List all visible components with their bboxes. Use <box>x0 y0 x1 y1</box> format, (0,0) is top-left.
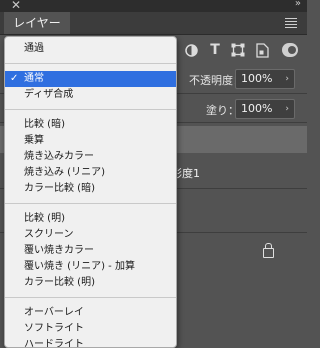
menu-separator <box>5 297 176 298</box>
blend-mode-label: ソフトライト <box>24 323 84 334</box>
blend-mode-label: 焼き込み (リニア) <box>24 167 105 178</box>
transform-box-icon[interactable] <box>230 42 246 58</box>
blend-mode-label: 通常 <box>24 73 44 84</box>
blend-mode-label: 覆い焼き (リニア) - 加算 <box>24 261 135 272</box>
lock-icon <box>263 243 274 258</box>
chevron-right-icon[interactable]: › <box>285 70 289 88</box>
window-title-strip: ✕ » <box>0 0 307 12</box>
blend-mode-label: オーバーレイ <box>24 307 84 318</box>
artboard-icon[interactable] <box>254 42 270 58</box>
blend-mode-item[interactable]: オーバーレイ <box>5 305 176 321</box>
menu-separator <box>5 203 176 204</box>
check-icon: ✓ <box>10 73 19 84</box>
blend-mode-dropdown[interactable]: 通過 ✓ 通常ディザ合成比較 (暗) 乗算焼き込みカラー 焼き込み (リニア) カラー比較… <box>4 36 177 348</box>
blend-mode-item[interactable]: ✓ 通常 <box>5 71 176 87</box>
blend-mode-item[interactable]: 通過 <box>5 41 176 57</box>
blend-mode-item[interactable]: カラー比較 (明) <box>5 275 176 291</box>
tab-layers[interactable]: レイヤー <box>4 12 70 34</box>
opacity-field[interactable]: 100% › <box>235 69 295 89</box>
opacity-value: 100% <box>241 72 273 85</box>
text-T-icon[interactable]: T <box>207 42 223 58</box>
blend-mode-label: カラー比較 (暗) <box>24 183 95 194</box>
blend-mode-label: 比較 (明) <box>24 213 65 224</box>
blend-mode-label: カラー比較 (明) <box>24 277 95 288</box>
filter-toggle-icon[interactable] <box>282 43 298 57</box>
chevron-right-icon[interactable]: › <box>285 100 289 118</box>
blend-mode-label: 乗算 <box>24 135 44 146</box>
fill-field[interactable]: 100% › <box>235 99 295 119</box>
blend-mode-label: 覆い焼きカラー <box>24 245 94 256</box>
blend-mode-item[interactable]: ソフトライト <box>5 321 176 337</box>
panel-menu-icon[interactable] <box>285 18 297 30</box>
collapse-panels-icon[interactable]: » <box>295 0 301 9</box>
menu-separator <box>5 109 176 110</box>
panel-tab-bar: レイヤー <box>0 12 307 35</box>
blend-mode-item[interactable]: 比較 (明) <box>5 211 176 227</box>
blend-mode-item[interactable]: 覆い焼き (リニア) - 加算 <box>5 259 176 275</box>
blend-mode-item[interactable]: 比較 (暗) <box>5 117 176 133</box>
blend-mode-item[interactable]: ディザ合成 <box>5 87 176 103</box>
blend-mode-label: 通過 <box>24 43 44 54</box>
blend-mode-item[interactable]: カラー比較 (暗) <box>5 181 176 197</box>
blend-mode-item[interactable]: 焼き込みカラー <box>5 149 176 165</box>
blend-mode-item[interactable]: 覆い焼きカラー <box>5 243 176 259</box>
blend-mode-label: ディザ合成 <box>24 89 74 100</box>
fill-value: 100% <box>241 102 273 115</box>
blend-mode-item[interactable]: スクリーン <box>5 227 176 243</box>
blend-mode-label: 比較 (暗) <box>24 119 65 130</box>
blend-mode-label: ハードライト <box>24 339 84 348</box>
blend-mode-label: 焼き込みカラー <box>24 151 94 162</box>
menu-separator <box>5 63 176 64</box>
blend-mode-item[interactable]: 乗算 <box>5 133 176 149</box>
circle-half-icon[interactable] <box>183 42 199 58</box>
blend-mode-item[interactable]: 焼き込み (リニア) <box>5 165 176 181</box>
blend-mode-label: スクリーン <box>24 229 74 240</box>
close-icon[interactable]: ✕ <box>11 0 21 12</box>
